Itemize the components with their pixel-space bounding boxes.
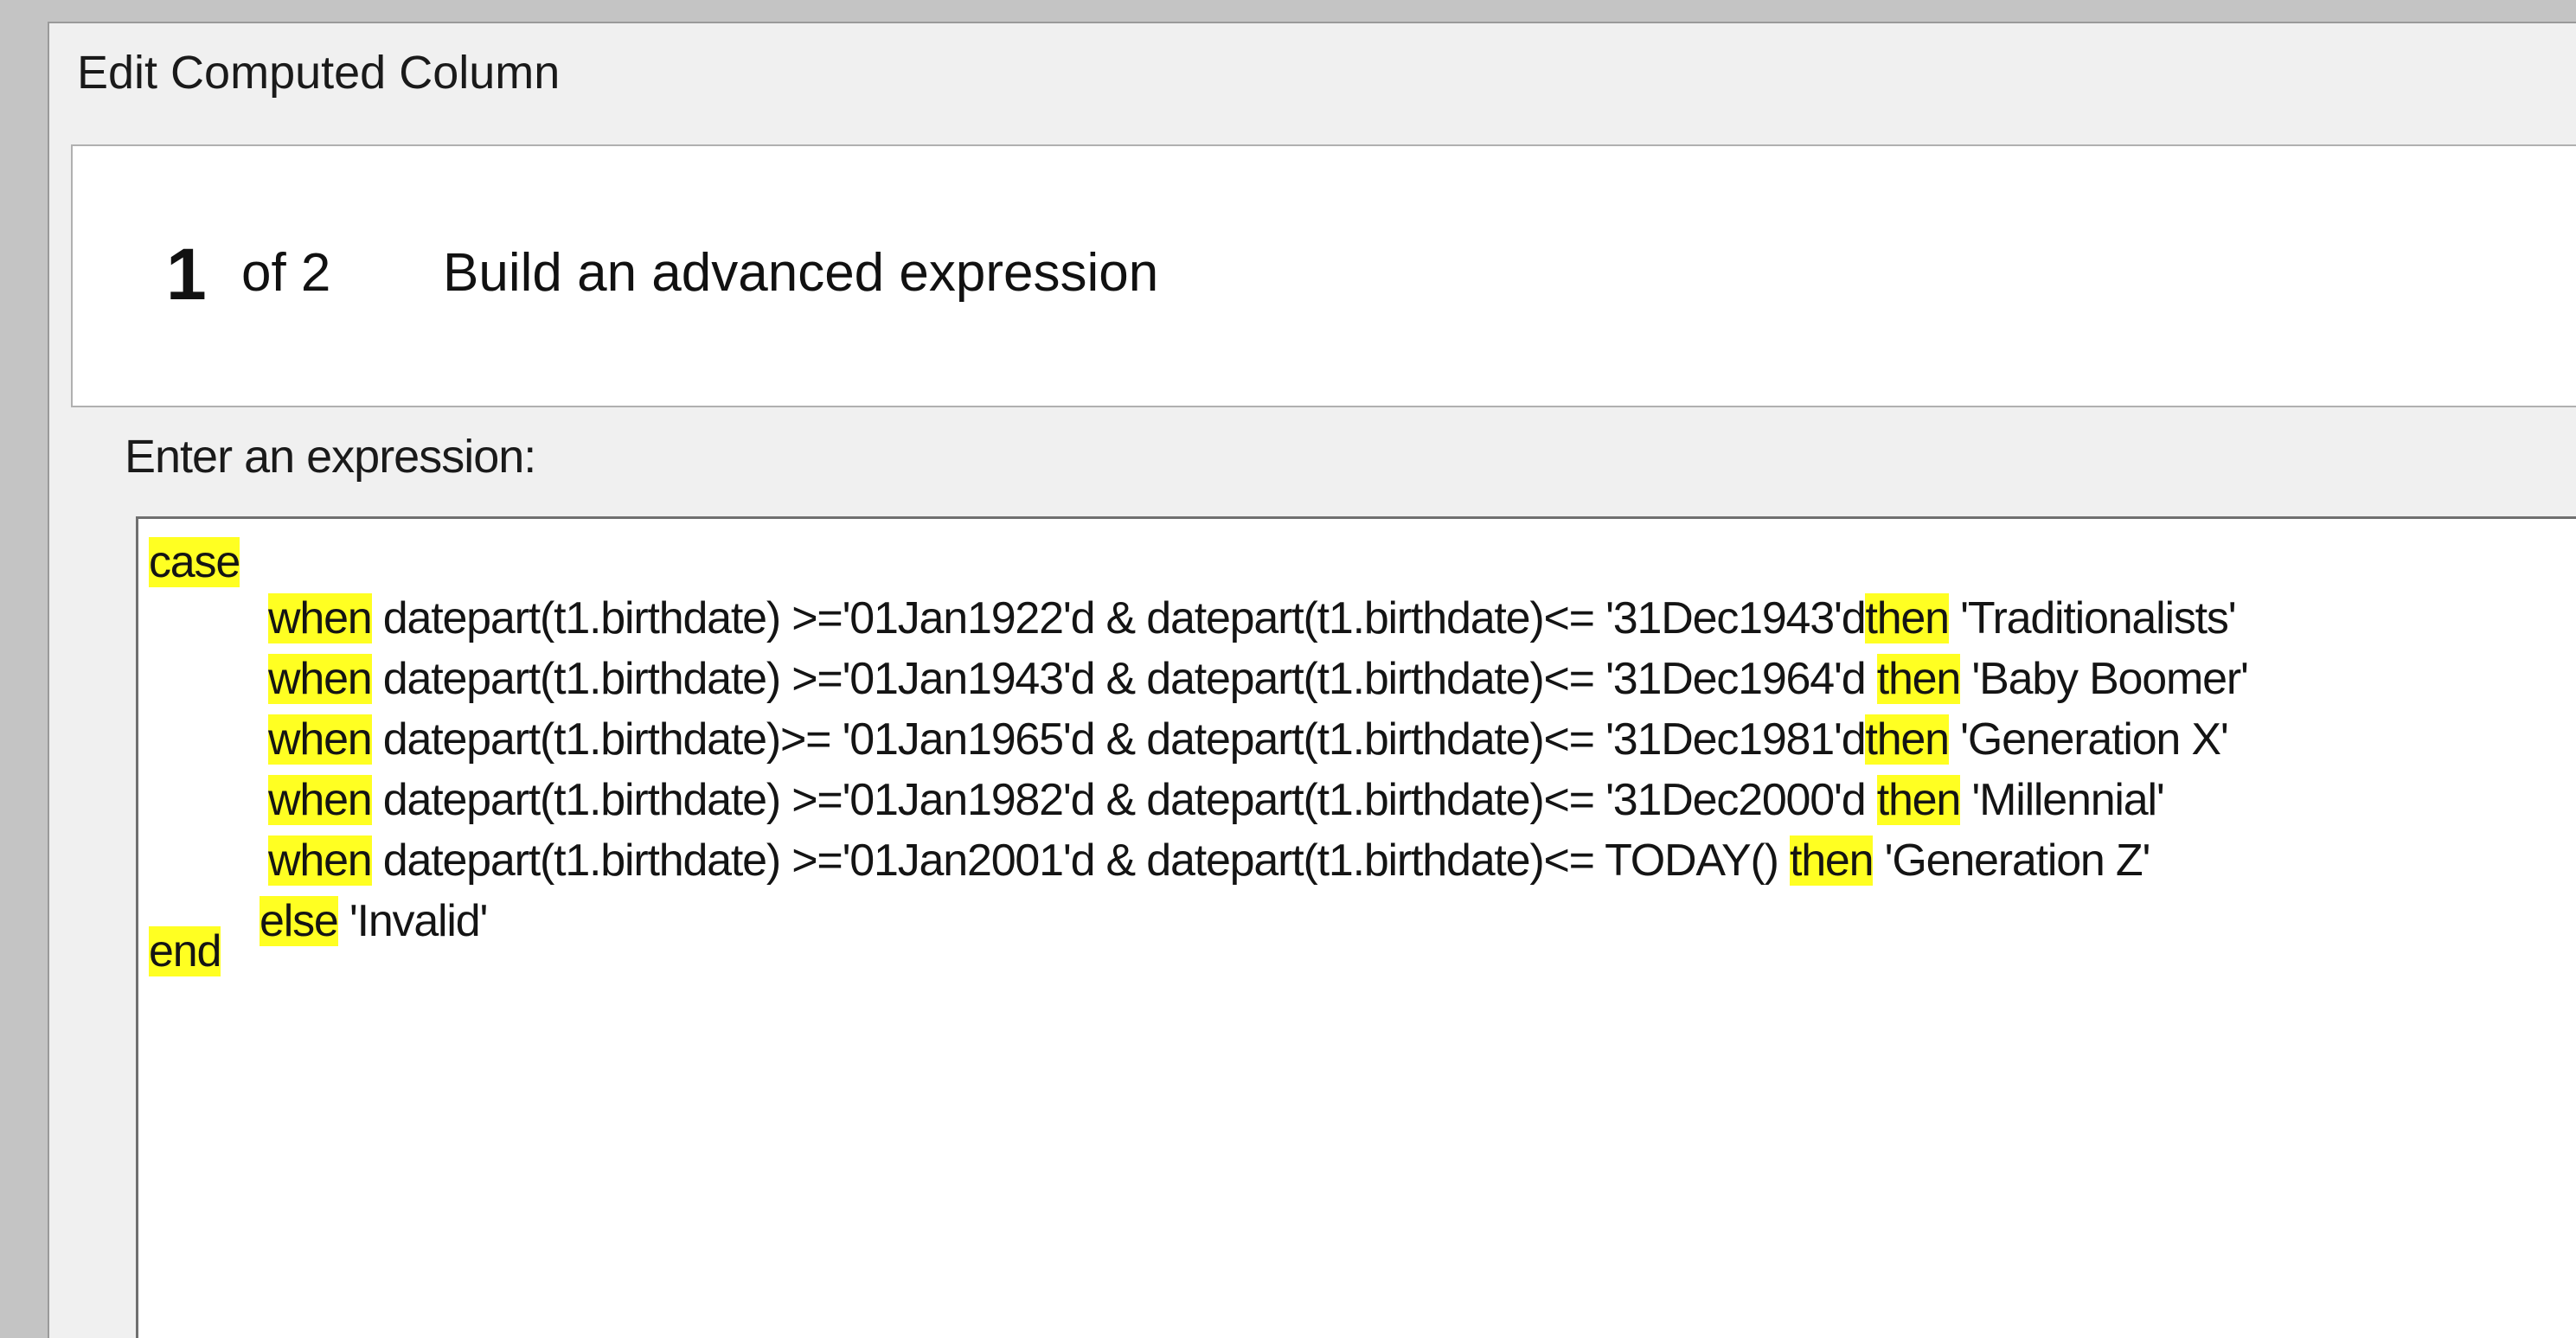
code-line-when-1: when datepart(t1.birthdate) >='01Jan1922… — [268, 592, 2237, 644]
code-line-when-3: when datepart(t1.birthdate)>= '01Jan1965… — [268, 714, 2229, 765]
step-header: 1 of 2 Build an advanced expression — [71, 144, 2576, 407]
step-of-total: of 2 — [241, 243, 331, 303]
edit-computed-column-dialog: Edit Computed Column 1 of 2 Build an adv… — [48, 22, 2576, 1338]
code-line-when-5: when datepart(t1.birthdate) >='01Jan2001… — [268, 835, 2150, 887]
keyword-then: then — [1865, 593, 1950, 643]
expression-label: Enter an expression: — [125, 431, 536, 483]
code-line-when-2: when datepart(t1.birthdate) >='01Jan1943… — [268, 653, 2249, 705]
result-text: 'Traditionalists' — [1948, 593, 2237, 643]
keyword-then: then — [1789, 835, 1874, 886]
keyword-then: then — [1876, 654, 1961, 704]
condition-text: datepart(t1.birthdate) >='01Jan1943'd & … — [371, 654, 1877, 704]
code-line-end: end — [149, 925, 221, 977]
keyword-then: then — [1865, 714, 1950, 765]
step-number: 1 — [166, 234, 207, 315]
result-text: 'Invalid' — [337, 896, 489, 946]
condition-text: datepart(t1.birthdate) >='01Jan1922'd & … — [371, 593, 1867, 643]
condition-text: datepart(t1.birthdate) >='01Jan1982'd & … — [371, 775, 1877, 825]
keyword-end: end — [149, 926, 221, 976]
result-text: 'Baby Boomer' — [1960, 654, 2249, 704]
keyword-when: when — [268, 593, 373, 643]
result-text: 'Millennial' — [1960, 775, 2164, 825]
condition-text: datepart(t1.birthdate) >='01Jan2001'd & … — [371, 835, 1790, 886]
keyword-when: when — [268, 714, 373, 765]
code-line-else: else 'Invalid' — [260, 895, 489, 947]
expression-editor[interactable]: case when datepart(t1.birthdate) >='01Ja… — [136, 516, 2576, 1338]
keyword-then: then — [1876, 775, 1961, 825]
result-text: 'Generation Z' — [1873, 835, 2151, 886]
code-line-when-4: when datepart(t1.birthdate) >='01Jan1982… — [268, 774, 2165, 826]
condition-text: datepart(t1.birthdate)>= '01Jan1965'd & … — [371, 714, 1867, 765]
keyword-else: else — [260, 896, 339, 946]
code-line-case: case — [149, 536, 240, 588]
keyword-when: when — [268, 775, 373, 825]
keyword-when: when — [268, 835, 373, 886]
step-title: Build an advanced expression — [443, 243, 1159, 303]
keyword-case: case — [149, 537, 240, 587]
result-text: 'Generation X' — [1948, 714, 2229, 765]
dialog-title: Edit Computed Column — [77, 47, 561, 99]
keyword-when: when — [268, 654, 373, 704]
